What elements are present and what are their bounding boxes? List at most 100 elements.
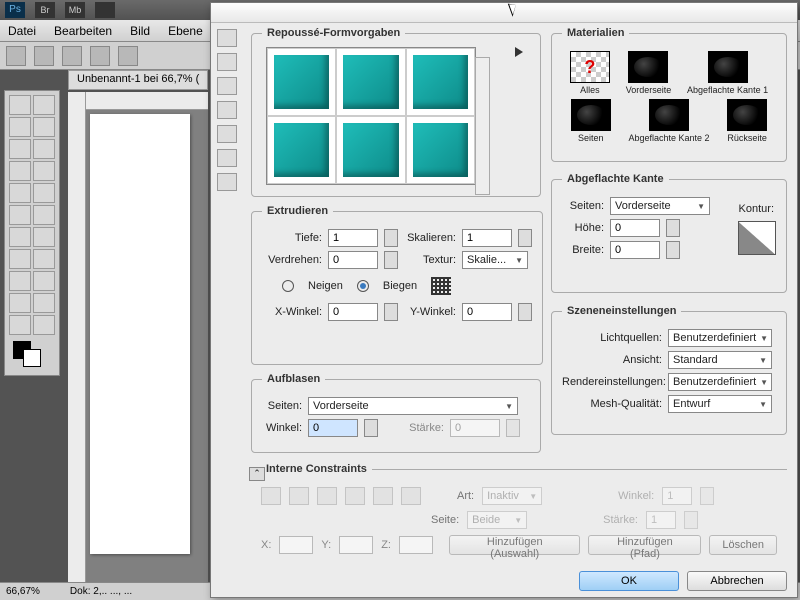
cancel-button[interactable]: Abbrechen bbox=[687, 571, 787, 591]
eyedropper-tool-icon[interactable] bbox=[33, 139, 55, 159]
crop-tool-icon[interactable] bbox=[9, 139, 31, 159]
material-all[interactable]: ? bbox=[570, 51, 610, 83]
mesh-rotate-icon[interactable] bbox=[217, 29, 237, 47]
heal-tool-icon[interactable] bbox=[9, 161, 31, 181]
menu-file[interactable]: Datei bbox=[8, 24, 36, 38]
constraint-tool-icon[interactable] bbox=[373, 487, 393, 505]
mesh-scale-icon[interactable] bbox=[217, 125, 237, 143]
wand-tool-icon[interactable] bbox=[33, 117, 55, 137]
hand-tool-icon[interactable] bbox=[33, 293, 55, 313]
opt-icon[interactable] bbox=[118, 46, 138, 66]
preset-thumb[interactable] bbox=[267, 116, 336, 184]
dodge-tool-icon[interactable] bbox=[33, 227, 55, 247]
ps-logo-icon: Ps bbox=[5, 2, 25, 18]
grid-icon[interactable] bbox=[431, 277, 451, 295]
constraint-tool-icon[interactable] bbox=[317, 487, 337, 505]
pen-tool-icon[interactable] bbox=[9, 249, 31, 269]
render-select[interactable]: Benutzerdefiniert bbox=[668, 373, 772, 391]
menu-edit[interactable]: Bearbeiten bbox=[54, 24, 112, 38]
marquee-tool-icon[interactable] bbox=[33, 95, 55, 115]
inflate-angle-spinner[interactable] bbox=[364, 419, 378, 437]
twist-input[interactable] bbox=[328, 251, 378, 269]
inflate-sides-select[interactable]: Vorderseite bbox=[308, 397, 518, 415]
ok-button[interactable]: OK bbox=[579, 571, 679, 591]
mb-icon[interactable]: Mb bbox=[65, 2, 85, 18]
texture-select[interactable]: Skalie... bbox=[462, 251, 528, 269]
bend-neigen-radio[interactable] bbox=[282, 280, 294, 292]
menu-image[interactable]: Bild bbox=[130, 24, 150, 38]
preset-scrollbar[interactable] bbox=[475, 57, 490, 195]
mesh-home-icon[interactable] bbox=[217, 149, 237, 167]
yangle-spinner[interactable] bbox=[518, 303, 532, 321]
background-swatch[interactable] bbox=[23, 349, 41, 367]
material-bevel1[interactable] bbox=[708, 51, 748, 83]
bevel-height-input[interactable] bbox=[610, 219, 660, 237]
color-swatches[interactable] bbox=[9, 341, 55, 371]
depth-input[interactable] bbox=[328, 229, 378, 247]
menu-layer[interactable]: Ebene bbox=[168, 24, 203, 38]
preset-thumb[interactable] bbox=[336, 48, 405, 116]
inflate-strength-spinner bbox=[506, 419, 520, 437]
view-select[interactable]: Standard bbox=[668, 351, 772, 369]
mesh-light-icon[interactable] bbox=[217, 173, 237, 191]
inflate-strength-label: Stärke: bbox=[384, 422, 444, 434]
mesh-pan-icon[interactable] bbox=[217, 77, 237, 95]
opt-icon[interactable] bbox=[90, 46, 110, 66]
preset-menu-icon[interactable] bbox=[515, 47, 528, 57]
document-tab[interactable]: Unbenannt-1 bei 66,7% ( bbox=[68, 70, 208, 90]
material-back[interactable] bbox=[727, 99, 767, 131]
blur-tool-icon[interactable] bbox=[9, 227, 31, 247]
bevel-width-spinner[interactable] bbox=[666, 241, 680, 259]
preset-thumb[interactable] bbox=[406, 116, 475, 184]
yangle-input[interactable] bbox=[462, 303, 512, 321]
mesh-slide-icon[interactable] bbox=[217, 101, 237, 119]
constraint-tool-icon[interactable] bbox=[261, 487, 281, 505]
document-canvas[interactable] bbox=[90, 114, 190, 554]
tool-preset-icon[interactable] bbox=[6, 46, 26, 66]
move-tool-icon[interactable] bbox=[9, 95, 31, 115]
lasso-tool-icon[interactable] bbox=[9, 117, 31, 137]
opt-icon[interactable] bbox=[34, 46, 54, 66]
constraint-tool-icon[interactable] bbox=[401, 487, 421, 505]
type-tool-icon[interactable] bbox=[33, 249, 55, 269]
constraint-tool-icon[interactable] bbox=[289, 487, 309, 505]
gradient-tool-icon[interactable] bbox=[33, 205, 55, 225]
dialog-titlebar[interactable] bbox=[211, 3, 797, 23]
mesh-select[interactable]: Entwurf bbox=[668, 395, 772, 413]
xangle-input[interactable] bbox=[328, 303, 378, 321]
mesh-roll-icon[interactable] bbox=[217, 53, 237, 71]
inflate-angle-input[interactable] bbox=[308, 419, 358, 437]
history-brush-tool-icon[interactable] bbox=[33, 183, 55, 203]
depth-spinner[interactable] bbox=[384, 229, 398, 247]
xangle-spinner[interactable] bbox=[384, 303, 398, 321]
view-icon[interactable] bbox=[95, 2, 115, 18]
scale-input[interactable] bbox=[462, 229, 512, 247]
material-sides[interactable] bbox=[571, 99, 611, 131]
ic-angle-spinner bbox=[700, 487, 714, 505]
eraser-tool-icon[interactable] bbox=[9, 205, 31, 225]
twist-spinner[interactable] bbox=[384, 251, 398, 269]
bevel-height-spinner[interactable] bbox=[666, 219, 680, 237]
scale-spinner[interactable] bbox=[518, 229, 532, 247]
path-tool-icon[interactable] bbox=[9, 271, 31, 291]
material-front[interactable] bbox=[628, 51, 668, 83]
lights-select[interactable]: Benutzerdefiniert bbox=[668, 329, 772, 347]
br-icon[interactable]: Br bbox=[35, 2, 55, 18]
rotate-tool-icon[interactable] bbox=[9, 315, 31, 335]
shape-tool-icon[interactable] bbox=[33, 271, 55, 291]
bevel-sides-select[interactable]: Vorderseite bbox=[610, 197, 710, 215]
zoom-tool-icon[interactable] bbox=[33, 315, 55, 335]
preset-thumb[interactable] bbox=[336, 116, 405, 184]
brush-tool-icon[interactable] bbox=[33, 161, 55, 181]
material-bevel2[interactable] bbox=[649, 99, 689, 131]
constraint-tool-icon[interactable] bbox=[345, 487, 365, 505]
collapse-toggle-icon[interactable]: ⌃ bbox=[249, 467, 265, 481]
contour-preview[interactable] bbox=[738, 221, 776, 255]
opt-icon[interactable] bbox=[62, 46, 82, 66]
bevel-width-input[interactable] bbox=[610, 241, 660, 259]
3d-tool-icon[interactable] bbox=[9, 293, 31, 313]
stamp-tool-icon[interactable] bbox=[9, 183, 31, 203]
preset-thumb[interactable] bbox=[267, 48, 336, 116]
preset-thumb[interactable] bbox=[406, 48, 475, 116]
bend-biegen-radio[interactable] bbox=[357, 280, 369, 292]
